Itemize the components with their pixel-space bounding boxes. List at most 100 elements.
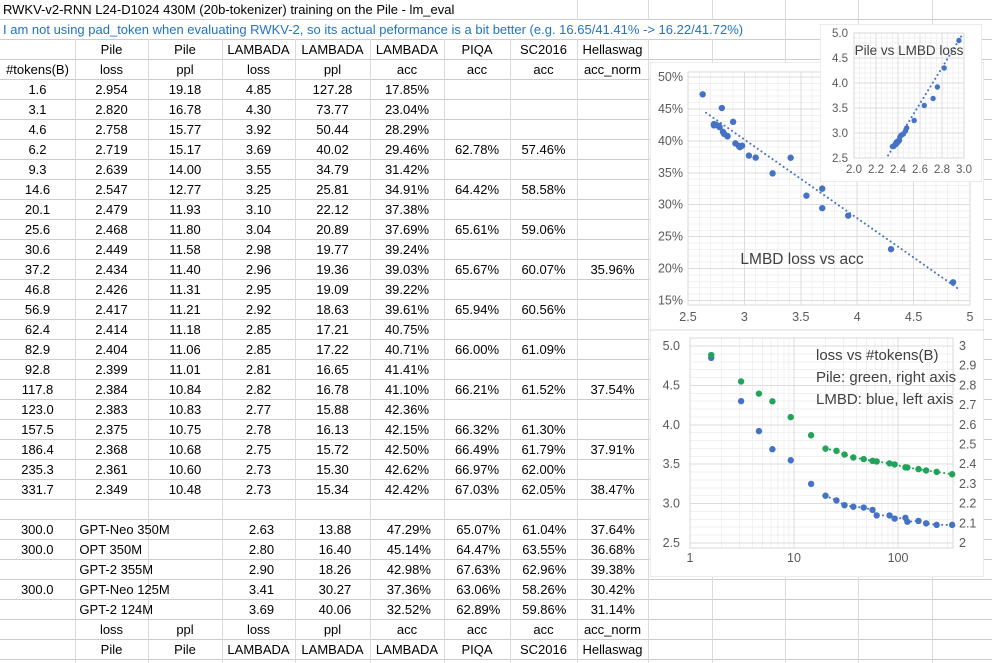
- table-cell[interactable]: 123.0: [0, 400, 75, 420]
- table-cell[interactable]: 42.42%: [370, 480, 444, 500]
- table-cell[interactable]: 2.73: [222, 460, 295, 480]
- footer-cell[interactable]: acc: [510, 620, 577, 640]
- table-cell[interactable]: 3.41: [225, 580, 297, 600]
- table-cell[interactable]: 17.85%: [370, 80, 444, 100]
- footer-cell[interactable]: acc: [370, 620, 444, 640]
- table-cell[interactable]: 39.03%: [370, 260, 444, 280]
- table-cell[interactable]: 37.54%: [577, 380, 648, 400]
- table-cell[interactable]: 2.361: [75, 460, 148, 480]
- table-cell[interactable]: 35.96%: [577, 260, 648, 280]
- header-cell[interactable]: SC2016: [510, 40, 577, 60]
- table-cell[interactable]: 2.73: [222, 480, 295, 500]
- table-cell[interactable]: 16.78: [295, 380, 370, 400]
- table-cell[interactable]: 2.63: [225, 520, 297, 540]
- table-cell[interactable]: 300.0: [0, 580, 74, 600]
- table-cell[interactable]: 15.17: [148, 140, 222, 160]
- table-cell[interactable]: 13.88: [298, 520, 372, 540]
- table-cell[interactable]: 23.04%: [370, 100, 444, 120]
- table-cell[interactable]: GPT-Neo 350M: [74, 520, 225, 540]
- table-cell[interactable]: 64.42%: [444, 180, 510, 200]
- table-cell[interactable]: 3.69: [222, 140, 295, 160]
- table-cell[interactable]: 10.75: [148, 420, 222, 440]
- table-cell[interactable]: 57.46%: [510, 140, 577, 160]
- table-cell[interactable]: 28.29%: [370, 120, 444, 140]
- table-cell[interactable]: 3.04: [222, 220, 295, 240]
- table-cell[interactable]: 19.77: [295, 240, 370, 260]
- table-cell[interactable]: 11.93: [148, 200, 222, 220]
- table-cell[interactable]: 3.1: [0, 100, 75, 120]
- table-cell[interactable]: 59.86%: [511, 600, 577, 620]
- table-cell[interactable]: 25.6: [0, 220, 75, 240]
- table-cell[interactable]: 2.404: [75, 340, 148, 360]
- table-cell[interactable]: 64.47%: [446, 540, 511, 560]
- table-cell[interactable]: 37.38%: [370, 200, 444, 220]
- table-cell[interactable]: 34.91%: [370, 180, 444, 200]
- header-cell[interactable]: #tokens(B): [0, 60, 75, 80]
- table-cell[interactable]: 47.29%: [372, 520, 445, 540]
- table-cell[interactable]: 15.30: [295, 460, 370, 480]
- table-cell[interactable]: 2.78: [222, 420, 295, 440]
- table-cell[interactable]: 2.85: [222, 320, 295, 340]
- header-cell[interactable]: loss: [222, 60, 295, 80]
- table-cell[interactable]: 15.88: [295, 400, 370, 420]
- table-cell[interactable]: 2.92: [222, 300, 295, 320]
- table-cell[interactable]: 186.4: [0, 440, 75, 460]
- table-cell[interactable]: 331.7: [0, 480, 75, 500]
- table-cell[interactable]: 2.399: [75, 360, 148, 380]
- table-cell[interactable]: 16.40: [298, 540, 372, 560]
- table-cell[interactable]: 11.58: [148, 240, 222, 260]
- table-cell[interactable]: 10.48: [148, 480, 222, 500]
- table-cell[interactable]: 62.96%: [511, 560, 577, 580]
- table-cell[interactable]: 32.52%: [372, 600, 445, 620]
- table-cell[interactable]: 2.468: [75, 220, 148, 240]
- footer-cell[interactable]: ppl: [148, 620, 222, 640]
- table-cell[interactable]: 11.21: [148, 300, 222, 320]
- table-cell[interactable]: 17.22: [295, 340, 370, 360]
- table-cell[interactable]: 63.55%: [511, 540, 577, 560]
- table-cell[interactable]: 117.8: [0, 380, 75, 400]
- table-cell[interactable]: 22.12: [295, 200, 370, 220]
- table-cell[interactable]: 40.75%: [370, 320, 444, 340]
- table-cell[interactable]: 40.06: [298, 600, 372, 620]
- footer-cell[interactable]: Hellaswag: [577, 640, 648, 660]
- footer-cell[interactable]: loss: [222, 620, 295, 640]
- footer-cell[interactable]: PIQA: [444, 640, 510, 660]
- table-cell[interactable]: 3.25: [222, 180, 295, 200]
- table-cell[interactable]: 58.58%: [510, 180, 577, 200]
- table-cell[interactable]: 65.94%: [444, 300, 510, 320]
- table-cell[interactable]: 65.67%: [444, 260, 510, 280]
- table-cell[interactable]: 2.434: [75, 260, 148, 280]
- table-cell[interactable]: 46.8: [0, 280, 75, 300]
- table-cell[interactable]: 61.52%: [510, 380, 577, 400]
- footer-cell[interactable]: SC2016: [510, 640, 577, 660]
- table-cell[interactable]: 16.65: [295, 360, 370, 380]
- footer-cell[interactable]: acc: [444, 620, 510, 640]
- table-cell[interactable]: 82.9: [0, 340, 75, 360]
- table-cell[interactable]: 42.15%: [370, 420, 444, 440]
- header-cell[interactable]: ppl: [295, 60, 370, 80]
- table-cell[interactable]: 2.719: [75, 140, 148, 160]
- table-cell[interactable]: 56.9: [0, 300, 75, 320]
- table-cell[interactable]: 11.18: [148, 320, 222, 340]
- table-cell[interactable]: 2.349: [75, 480, 148, 500]
- table-cell[interactable]: 20.89: [295, 220, 370, 240]
- table-cell[interactable]: 2.639: [75, 160, 148, 180]
- table-cell[interactable]: 41.41%: [370, 360, 444, 380]
- table-cell[interactable]: 14.6: [0, 180, 75, 200]
- table-cell[interactable]: 34.79: [295, 160, 370, 180]
- table-cell[interactable]: 45.14%: [372, 540, 445, 560]
- footer-cell[interactable]: Pile: [148, 640, 222, 660]
- table-cell[interactable]: 67.63%: [446, 560, 511, 580]
- table-cell[interactable]: 11.31: [148, 280, 222, 300]
- table-cell[interactable]: 66.21%: [444, 380, 510, 400]
- table-cell[interactable]: 73.77: [295, 100, 370, 120]
- table-cell[interactable]: 18.63: [295, 300, 370, 320]
- table-cell[interactable]: 2.449: [75, 240, 148, 260]
- table-cell[interactable]: 11.01: [148, 360, 222, 380]
- table-cell[interactable]: 67.03%: [444, 480, 510, 500]
- table-cell[interactable]: 61.09%: [510, 340, 577, 360]
- table-cell[interactable]: 10.68: [148, 440, 222, 460]
- table-cell[interactable]: 4.85: [222, 80, 295, 100]
- table-cell[interactable]: 2.479: [75, 200, 148, 220]
- table-cell[interactable]: 2.75: [222, 440, 295, 460]
